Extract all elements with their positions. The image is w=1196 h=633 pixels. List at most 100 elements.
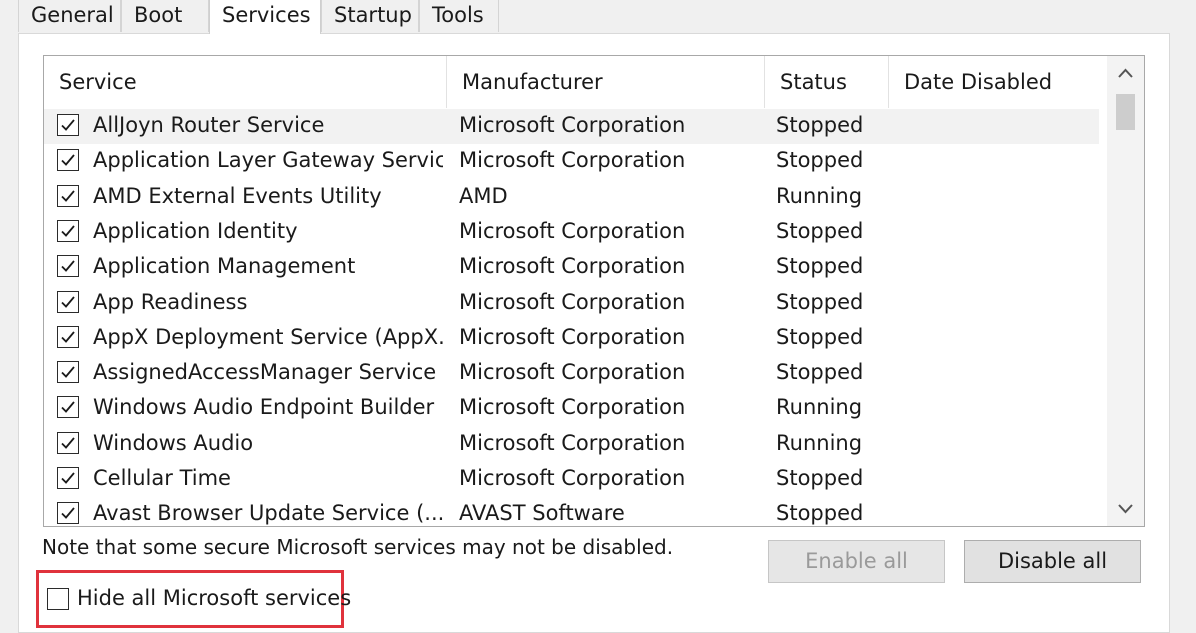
service-name: AMD External Events Utility [93,183,382,208]
service-date-disabled [901,497,1091,526]
service-manufacturer: Microsoft Corporation [459,254,686,279]
list-header: Service Manufacturer Status Date Disable… [44,56,1144,108]
hide-microsoft-services-checkbox[interactable] [47,588,69,610]
check-icon [61,260,75,273]
check-icon [61,154,75,167]
service-name: AssignedAccessManager Service [93,360,437,385]
scrollbar-thumb[interactable] [1116,94,1135,130]
chevron-up-icon[interactable] [1107,56,1144,92]
service-status: Running [776,430,863,455]
tab-general[interactable]: General [18,0,121,32]
service-status: Stopped [776,501,864,526]
table-row[interactable]: Application Identity Microsoft Corporatio… [44,215,1099,250]
service-manufacturer: Microsoft Corporation [459,113,686,137]
service-date-disabled [901,109,1091,144]
tab-boot[interactable]: Boot [121,0,209,32]
service-manufacturer: Microsoft Corporation [459,395,686,420]
service-status: Stopped [776,113,864,137]
service-manufacturer: Microsoft Corporation [459,289,686,314]
service-status: Stopped [776,466,864,490]
tab-strip: General Boot Services Startup Tools [18,0,1178,34]
service-date-disabled [901,250,1091,285]
tab-tools[interactable]: Tools [419,0,499,32]
service-name: AppX Deployment Service (AppX... [93,324,443,349]
service-status: Stopped [776,148,864,173]
column-header-date-disabled[interactable]: Date Disabled [889,56,1099,108]
service-name: Cellular Time [93,466,231,490]
hide-microsoft-services-highlight: Hide all Microsoft services [36,570,351,628]
chevron-down-icon[interactable] [1107,490,1144,526]
service-checkbox[interactable] [57,149,79,172]
service-status: Running [776,183,863,208]
table-row[interactable]: AssignedAccessManager Service Microsoft C… [44,356,1099,391]
disable-all-button[interactable]: Disable all [964,540,1141,583]
service-date-disabled [901,321,1091,356]
service-manufacturer: AMD [459,183,508,208]
check-icon [61,472,75,484]
service-date-disabled [901,356,1091,391]
service-checkbox[interactable] [57,361,79,384]
service-manufacturer: Microsoft Corporation [459,324,686,349]
vertical-scrollbar[interactable] [1107,56,1144,526]
check-icon [61,190,75,202]
column-header-service[interactable]: Service [44,56,447,108]
table-row[interactable]: Application Management Microsoft Corporat… [44,250,1099,285]
services-list[interactable]: Service Manufacturer Status Date Disable… [43,55,1145,527]
tab-startup[interactable]: Startup [321,0,419,32]
service-status: Stopped [776,289,864,314]
column-header-manufacturer[interactable]: Manufacturer [447,56,765,108]
service-date-disabled [901,180,1091,215]
check-icon [61,295,75,308]
secure-services-note: Note that some secure Microsoft services… [42,535,674,559]
table-row[interactable]: AppX Deployment Service (AppX... Microsof… [44,321,1099,356]
service-date-disabled [901,391,1091,426]
service-date-disabled [901,144,1091,179]
service-name: Avast Browser Update Service (... [93,501,443,526]
service-checkbox[interactable] [57,325,79,348]
service-checkbox[interactable] [57,255,79,278]
service-checkbox[interactable] [57,431,79,454]
table-row[interactable]: App Readiness Microsoft Corporation Stoppe… [44,286,1099,321]
service-checkbox[interactable] [57,396,79,419]
service-name: Windows Audio Endpoint Builder [93,395,435,420]
table-row[interactable]: Application Layer Gateway Service Microso… [44,144,1099,179]
service-date-disabled [901,427,1091,462]
check-icon [61,225,75,237]
service-name: Windows Audio [93,430,254,455]
service-name: App Readiness [93,289,248,314]
service-manufacturer: Microsoft Corporation [459,360,686,385]
table-row[interactable]: Windows Audio Microsoft Corporation Runnin… [44,427,1099,462]
service-name: Application Management [93,254,356,279]
check-icon [61,366,75,378]
table-row[interactable]: AMD External Events Utility AMD Running [44,180,1099,215]
service-manufacturer: Microsoft Corporation [459,430,686,455]
service-date-disabled [901,215,1091,250]
service-date-disabled [901,462,1091,497]
service-status: Stopped [776,324,864,349]
service-checkbox[interactable] [57,184,79,207]
service-checkbox[interactable] [57,114,79,136]
table-row[interactable]: Windows Audio Endpoint Builder Microsoft … [44,391,1099,426]
service-checkbox[interactable] [57,219,79,242]
service-status: Stopped [776,254,864,279]
service-name: AllJoyn Router Service [93,113,325,137]
table-row[interactable]: Avast Browser Update Service (... AVAST S… [44,497,1099,526]
service-checkbox[interactable] [57,502,79,525]
enable-all-button[interactable]: Enable all [768,540,945,583]
hide-microsoft-services-label[interactable]: Hide all Microsoft services [77,584,351,612]
check-icon [61,331,75,343]
check-icon [61,119,75,131]
check-icon [61,437,75,449]
service-checkbox[interactable] [57,467,79,489]
service-checkbox[interactable] [57,290,79,313]
column-header-status[interactable]: Status [765,56,889,108]
service-manufacturer: Microsoft Corporation [459,218,686,243]
service-date-disabled [901,286,1091,321]
check-icon [61,507,75,520]
table-row[interactable]: Cellular Time Microsoft Corporation Stoppe… [44,462,1099,497]
tab-services[interactable]: Services [209,0,321,34]
service-manufacturer: Microsoft Corporation [459,148,686,173]
table-row[interactable]: AllJoyn Router Service Microsoft Corporat… [44,109,1099,144]
service-name: Application Layer Gateway Service [93,148,443,173]
service-status: Running [776,395,863,420]
